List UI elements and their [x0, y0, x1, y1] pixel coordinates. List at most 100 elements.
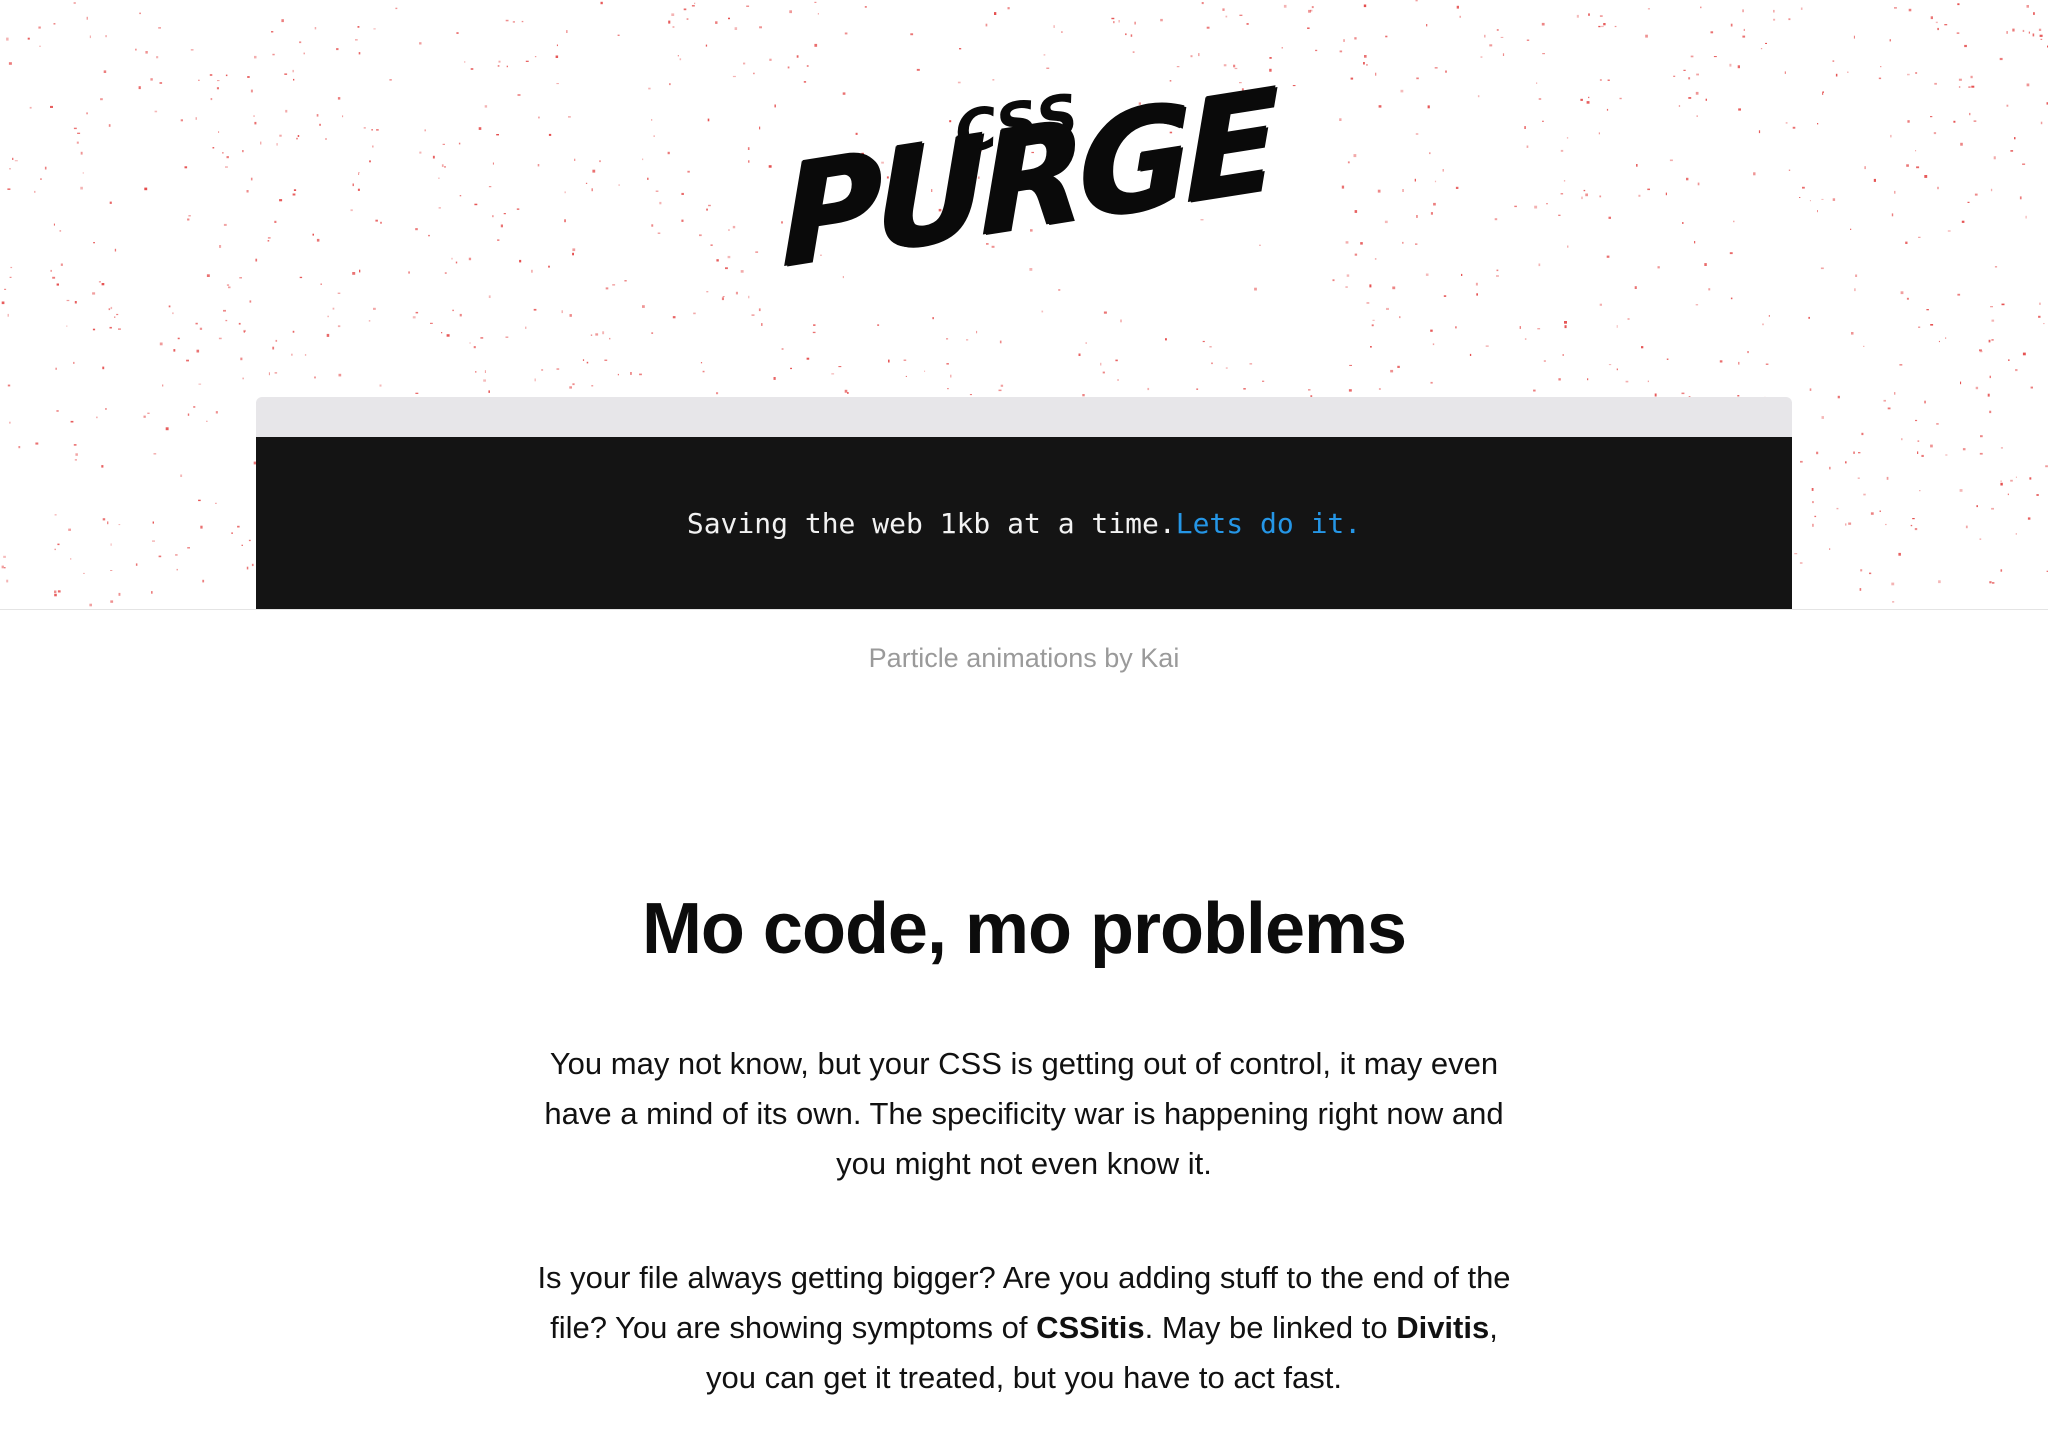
particle [1836, 507, 1839, 510]
particle [672, 26, 675, 28]
particle [1332, 279, 1335, 282]
particle [223, 223, 227, 226]
particle [1878, 77, 1882, 80]
particle [759, 26, 762, 29]
terminal-body: Saving the web 1kb at a time. Lets do it… [256, 437, 1792, 609]
particle [1930, 444, 1933, 448]
particle [114, 316, 116, 318]
particle [753, 72, 755, 75]
particle [534, 56, 537, 58]
particle [89, 35, 91, 39]
particle [1262, 380, 1265, 382]
particle [2032, 33, 2035, 37]
particle [291, 353, 293, 356]
particle [1430, 212, 1433, 215]
particle [7, 188, 11, 190]
particle [1991, 339, 1994, 341]
particle [531, 269, 533, 273]
particle [838, 366, 842, 368]
particle [239, 277, 242, 279]
particle [1456, 5, 1459, 9]
particle [1354, 253, 1358, 256]
particle [338, 373, 342, 377]
particle [1695, 91, 1699, 95]
particle [1345, 286, 1348, 288]
particle [1912, 518, 1915, 520]
particle [1599, 195, 1602, 198]
particle [496, 134, 499, 136]
particle [1354, 210, 1358, 213]
particle [357, 188, 360, 191]
particle [1930, 324, 1934, 326]
particle [2000, 482, 2003, 486]
particle [1738, 361, 1740, 365]
particle [687, 170, 690, 173]
particle [118, 328, 121, 330]
divitis-term: Divitis [1396, 1310, 1490, 1345]
particle [694, 2, 696, 5]
particle [1979, 538, 1982, 540]
particle [66, 299, 70, 302]
particle [110, 306, 113, 310]
particle [484, 370, 486, 373]
particle [519, 259, 522, 263]
particle [1176, 66, 1180, 68]
lets-do-it-link[interactable]: Lets do it. [1176, 507, 1361, 540]
particle [371, 129, 373, 131]
particle [1812, 523, 1814, 527]
particle [469, 342, 471, 344]
particle [2025, 215, 2027, 219]
particle [1399, 316, 1401, 319]
particle [1416, 215, 1418, 218]
particle [468, 257, 472, 261]
particle [1979, 350, 1983, 353]
particle [135, 563, 138, 566]
particle [2019, 196, 2022, 200]
particle [659, 201, 662, 205]
particle [456, 32, 459, 34]
particle [2015, 476, 2017, 478]
particle [2039, 34, 2043, 37]
particle [976, 330, 978, 334]
particle [110, 570, 113, 571]
particle [316, 238, 320, 242]
particle [618, 184, 620, 186]
particle [138, 86, 141, 90]
particle [299, 41, 302, 44]
particle [1524, 126, 1526, 129]
particle [116, 313, 119, 316]
particle [1115, 359, 1118, 362]
particle [1820, 267, 1824, 270]
particle [228, 286, 231, 289]
particle [681, 192, 684, 195]
particle [1343, 39, 1345, 42]
particle [267, 240, 270, 242]
particle [1415, 243, 1418, 245]
particle [238, 322, 241, 325]
particle [1906, 297, 1909, 300]
particle [1078, 353, 1081, 356]
particle [248, 539, 251, 542]
particle [2022, 352, 2026, 356]
particle [2045, 465, 2048, 468]
particle [459, 195, 462, 197]
particle [1915, 72, 1918, 74]
particle [1339, 118, 1342, 121]
particle [488, 186, 492, 188]
particle [352, 183, 354, 187]
particle [781, 348, 784, 350]
particle [916, 68, 920, 71]
particle [630, 372, 632, 375]
particle [1533, 389, 1536, 392]
particle [1665, 192, 1667, 196]
particle [708, 204, 711, 207]
particle [572, 248, 576, 252]
particle [226, 284, 230, 286]
particle [612, 284, 616, 286]
particle [727, 255, 731, 259]
particle [1979, 349, 1982, 351]
particle [534, 378, 536, 382]
particle [7, 384, 11, 387]
particle [831, 373, 835, 375]
particle [999, 340, 1002, 344]
